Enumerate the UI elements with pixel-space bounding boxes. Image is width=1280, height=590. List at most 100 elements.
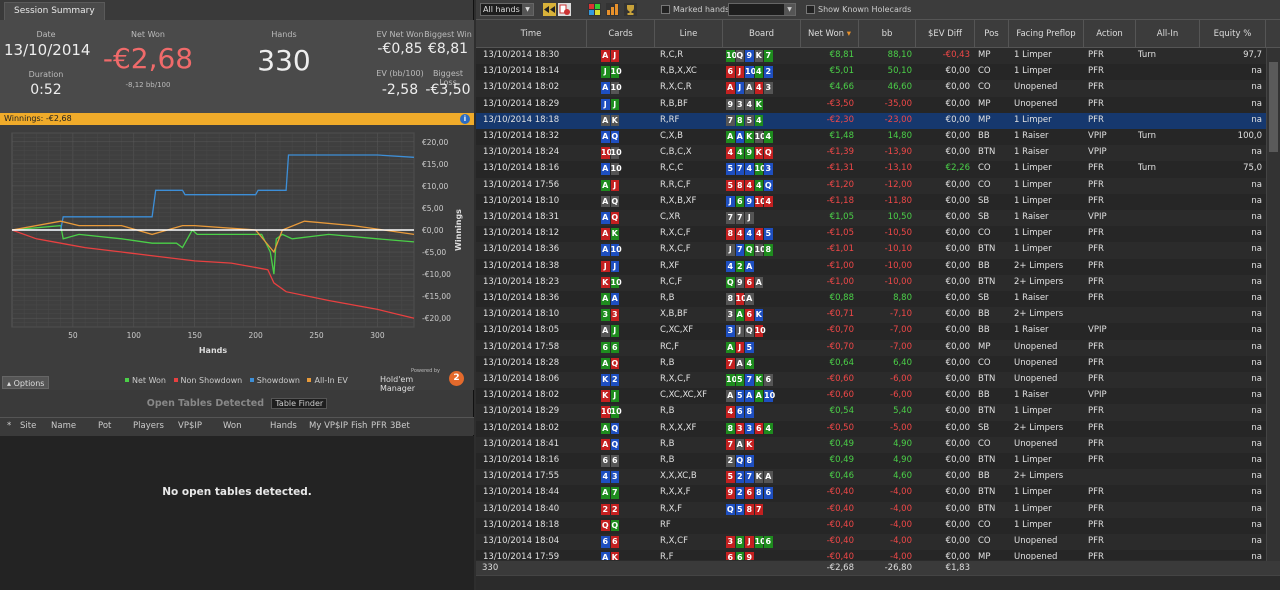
cell-net-won: -€1,00 xyxy=(826,276,854,287)
cell-line: R,B xyxy=(660,455,675,465)
cell-cards: 66 xyxy=(601,455,620,467)
scrollbar-thumb[interactable] xyxy=(1269,62,1278,152)
table-row[interactable]: 13/10/2014 18:16 6 6 R,B 2 Q 8 €0,49 4,90 €0,00 BT… xyxy=(476,453,1266,470)
rewind-icon[interactable] xyxy=(543,3,556,16)
table-row[interactable]: 13/10/2014 17:55 4 3 X,X,XC,B 5 2 7 K A €0,46 4,60… xyxy=(476,469,1266,485)
show-holecards-checkbox[interactable] xyxy=(806,5,815,14)
table-row[interactable]: 13/10/2014 17:59 A K R,F 6 6 9 -€0,40 -4,00 €0,00… xyxy=(476,550,1266,560)
tab-session-summary[interactable]: Session Summary xyxy=(4,2,105,20)
table-row[interactable]: 13/10/2014 18:06 K 2 R,X,C,F 105 7 K 6 -€0,60 -6,… xyxy=(476,372,1266,388)
cell-bb: 8,80 xyxy=(893,293,912,303)
col-pos[interactable]: Pos xyxy=(975,20,1009,48)
hole-card: Q xyxy=(601,519,610,532)
options-button[interactable]: ▴ Options xyxy=(2,376,50,389)
bar-chart-icon[interactable] xyxy=(606,3,619,16)
y-tick-label: -€20,00 xyxy=(422,314,451,323)
table-row[interactable]: 13/10/2014 18:05 A J C,XC,XF 3 J Q 10 -€0,70 -7,0… xyxy=(476,323,1266,340)
marked-hands-checkbox[interactable] xyxy=(661,5,670,14)
cell-line: R,X,C,F xyxy=(660,244,691,255)
table-row[interactable]: 13/10/2014 18:36 A A R,B 8 10A €0,88 8,80 €0,00 S… xyxy=(476,291,1266,308)
table-row[interactable]: 13/10/2014 18:44 A 7 R,X,X,F 9 2 6 8 6 -€0,40 -4,0… xyxy=(476,485,1266,502)
cell-line: C,B,C,X xyxy=(660,147,692,158)
col-facing-preflop[interactable]: Facing Preflop xyxy=(1009,20,1084,48)
table-row[interactable]: 13/10/2014 17:56 A J R,R,C,F 5 8 4 4 Q -€1,20 -12,… xyxy=(476,178,1266,194)
table-row[interactable]: 13/10/2014 18:18 Q Q RF -€0,40 -4,00 €0,00 CO 1 … xyxy=(476,517,1266,534)
net-won-label: Net Won xyxy=(131,30,165,39)
cell-line: R,X,B,XF xyxy=(660,195,697,206)
col-time[interactable]: Time xyxy=(476,20,587,48)
table-row[interactable]: 13/10/2014 18:31 A Q C,XR 7 7 J €1,05 10,50 €0,00… xyxy=(476,210,1266,226)
col-ev-diff[interactable]: $EV Diff xyxy=(916,20,975,48)
info-icon[interactable]: i xyxy=(460,114,470,124)
replayer-icon[interactable] xyxy=(558,3,571,16)
col-star[interactable]: * xyxy=(7,421,11,431)
col-3bet[interactable]: 3Bet xyxy=(390,421,410,431)
marked-hands-select[interactable]: ▼ xyxy=(728,3,796,16)
table-row[interactable]: 13/10/2014 18:28 A Q R,B 7 A 4 €0,64 6,40 €0,00 CO… xyxy=(476,355,1266,372)
table-row[interactable]: 13/10/2014 18:29 1010 R,B 4 6 8 €0,54 5,40 €0,00… xyxy=(476,404,1266,420)
table-row[interactable]: 13/10/2014 18:10 A Q R,X,B,XF J 6 9 104 -€1,18 -1… xyxy=(476,193,1266,210)
board-card: 8 xyxy=(764,244,773,256)
cell-board: AJ5 xyxy=(726,341,755,354)
cell-pos: BB xyxy=(978,131,990,141)
col-pfr[interactable]: PFR xyxy=(371,421,387,431)
col-net-won[interactable]: Net Won ▾ xyxy=(801,20,859,48)
table-row[interactable]: 13/10/2014 18:12 A K R,X,C,F 8 4 4 4 5 -€1,05 -10,… xyxy=(476,226,1266,243)
col-name[interactable]: Name xyxy=(51,421,76,431)
horizontal-scrollbar[interactable] xyxy=(476,575,1280,590)
col-bb[interactable]: bb xyxy=(859,20,916,48)
col-site[interactable]: Site xyxy=(20,421,36,431)
cell-pos: MP xyxy=(978,341,991,352)
table-row[interactable]: 13/10/2014 17:58 6 6 RC,F A J 5 -€0,70 -7,00 €0,0… xyxy=(476,340,1266,356)
col-vpip[interactable]: VP$IP xyxy=(178,421,202,431)
table-row[interactable]: 13/10/2014 18:18 A K R,RF 7 8 5 4 -€2,30 -23,00 €0… xyxy=(476,112,1266,129)
col-cards[interactable]: Cards xyxy=(587,20,655,48)
cell-ev-diff: €0,00 xyxy=(945,471,970,482)
table-row[interactable]: 13/10/2014 18:02 A Q R,X,X,XF 8 3 3 6 4 -€0,50 -5,… xyxy=(476,420,1266,437)
table-row[interactable]: 13/10/2014 18:32 A Q C,X,B A A K 104 €1,48 14,80 €… xyxy=(476,129,1266,146)
col-won[interactable]: Won xyxy=(223,421,242,431)
hole-card: A xyxy=(601,114,610,127)
table-row[interactable]: 13/10/2014 18:02 K J C,XC,XC,XF A 5 A A 10 -€0,60… xyxy=(476,388,1266,405)
table-row[interactable]: 13/10/2014 18:38 J J R,XF 4 2 A -€1,00 -10,00 €0,… xyxy=(476,258,1266,275)
cell-board: 3 J Q 10 xyxy=(726,325,766,337)
table-row[interactable]: 13/10/2014 18:10 3 3 X,B,BF 3 A 6 K -€0,71 -7,10 €… xyxy=(476,307,1266,323)
col-fish[interactable]: Fish xyxy=(351,421,367,431)
col-pot[interactable]: Pot xyxy=(98,421,111,431)
col-players[interactable]: Players xyxy=(133,421,164,431)
board-card: 4 xyxy=(754,228,763,240)
table-row[interactable]: 13/10/2014 18:04 6 6 R,X,CF 3 8 J 106 -€0,40 -4,0… xyxy=(476,534,1266,550)
col-my-vpip[interactable]: My VP$IP xyxy=(309,421,348,431)
board-card: J xyxy=(745,536,754,548)
col-hands[interactable]: Hands xyxy=(270,421,297,431)
col-board[interactable]: Board xyxy=(723,20,801,48)
vertical-scrollbar[interactable] xyxy=(1266,48,1280,561)
table-row[interactable]: 13/10/2014 18:02 A 10 R,X,C,R A J A 4 3 €4,66 46,6… xyxy=(476,80,1266,96)
col-line[interactable]: Line xyxy=(655,20,723,48)
board-card: 10 xyxy=(726,374,738,386)
col-action[interactable]: Action xyxy=(1084,20,1136,48)
table-row[interactable]: 13/10/2014 18:14 J 10 R,B,X,XC 6 J 104 2 €5,01 50… xyxy=(476,64,1266,81)
table-row[interactable]: 13/10/2014 18:23 K 10 R,C,F Q 9 6 A -€1,00 -10,00… xyxy=(476,275,1266,291)
hand-filter-select[interactable]: All hands ▼ xyxy=(480,3,534,16)
cell-ev-diff: €0,00 xyxy=(945,260,970,271)
cell-pos: SB xyxy=(978,212,990,222)
trophy-icon[interactable] xyxy=(624,3,637,16)
cell-line: R,X,X,F xyxy=(660,487,691,498)
table-row[interactable]: 13/10/2014 18:16 A 10 R,C,C 5 7 4 103 -€1,31 -13,… xyxy=(476,161,1266,178)
board-card: 7 xyxy=(726,438,735,451)
table-row[interactable]: 13/10/2014 18:24 1010 C,B,C,X 4 4 9 K Q -€1,39 -1… xyxy=(476,145,1266,161)
table-row[interactable]: 13/10/2014 18:36 A 10 R,X,C,F J 7 Q 108 -€1,01 -1… xyxy=(476,242,1266,258)
board-card: 8 xyxy=(754,487,763,499)
cell-action: PFR xyxy=(1088,50,1104,60)
grid-stats-icon[interactable] xyxy=(588,3,601,16)
table-row[interactable]: 13/10/2014 18:40 2 2 R,X,F Q 5 8 7 -€0,40 -4,00 €0… xyxy=(476,502,1266,518)
col-all-in[interactable]: All-In xyxy=(1136,20,1200,48)
table-row[interactable]: 13/10/2014 18:29 J J R,B,BF 9 3 4 K -€3,50 -35,00… xyxy=(476,96,1266,113)
board-card: 6 xyxy=(764,536,773,548)
table-row[interactable]: 13/10/2014 18:30 A J R,C,R 10Q 9 K 7 €8,81 88,10 -… xyxy=(476,48,1266,64)
col-equity[interactable]: Equity % xyxy=(1200,20,1266,48)
table-row[interactable]: 13/10/2014 18:41 A Q R,B 7 A K €0,49 4,90 €0,00 CO… xyxy=(476,437,1266,453)
table-finder-button[interactable]: Table Finder xyxy=(271,398,328,409)
session-summary-panel: Session Summary Date 13/10/2014 Duration… xyxy=(0,0,474,590)
